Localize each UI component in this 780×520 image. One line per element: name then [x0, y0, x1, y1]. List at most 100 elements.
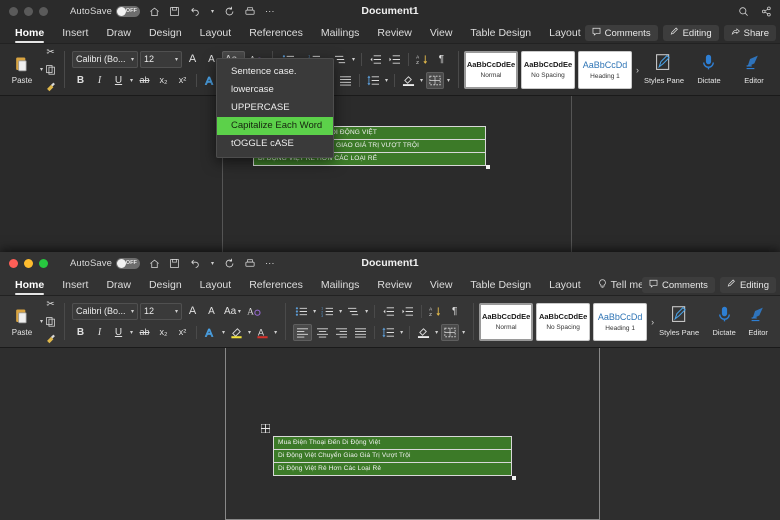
italic-button[interactable]: I — [91, 72, 108, 89]
change-case-button[interactable]: Aa ▾ — [222, 303, 243, 320]
pilcrow-icon[interactable]: ¶ — [433, 51, 450, 68]
share-icon[interactable] — [761, 6, 772, 17]
align-center-icon[interactable] — [314, 324, 331, 341]
highlight-icon[interactable] — [228, 324, 245, 341]
bullet-list-icon[interactable] — [293, 303, 310, 320]
multilevel-caret[interactable]: ▾ — [364, 308, 369, 315]
tab-mailings[interactable]: Mailings — [312, 25, 369, 42]
copy-icon[interactable] — [44, 63, 57, 76]
align-right-icon[interactable] — [333, 324, 350, 341]
line-spacing-caret[interactable]: ▾ — [399, 329, 404, 336]
grow-font-button[interactable]: A — [184, 303, 201, 320]
document-canvas-top[interactable]: MUA ĐIỆN THOẠI ĐẾN DI ĐỘNG VIỆT DI ĐỘNG … — [0, 96, 780, 268]
table-row[interactable]: Di Động Việt Chuyển Giao Giá Trị Vượt Tr… — [273, 449, 512, 463]
borders-icon[interactable] — [441, 323, 460, 341]
editor-button[interactable]: Editor — [748, 305, 768, 337]
tab-table-design[interactable]: Table Design — [461, 277, 540, 294]
subscript-button[interactable]: x₂ — [155, 324, 172, 341]
table-cell[interactable]: Di Động Việt Chuyển Giao Giá Trị Vượt Tr… — [273, 449, 512, 463]
tab-view[interactable]: View — [421, 25, 462, 42]
style-no-spacing[interactable]: AaBbCcDdEe No Spacing — [536, 302, 591, 341]
autosave-toggle[interactable]: AutoSave OFF — [70, 5, 140, 17]
style-normal[interactable]: AaBbCcDdEe Normal — [463, 50, 518, 89]
styles-more-button[interactable]: › — [650, 317, 655, 327]
subscript-button[interactable]: x₂ — [155, 72, 172, 89]
superscript-button[interactable]: x² — [174, 72, 191, 89]
document-canvas-bottom[interactable]: Mua Điện Thoại Đến Di Động Việt Di Động … — [0, 348, 780, 520]
shrink-font-button[interactable]: A — [203, 303, 220, 320]
pilcrow-icon[interactable]: ¶ — [446, 303, 463, 320]
line-spacing-icon[interactable] — [380, 324, 397, 341]
tab-mailings[interactable]: Mailings — [312, 277, 369, 294]
paintbrush-icon[interactable] — [44, 332, 57, 345]
increase-indent-icon[interactable] — [399, 303, 416, 320]
text-effects-icon[interactable]: A — [202, 324, 219, 341]
style-no-spacing[interactable]: AaBbCcDdEe No Spacing — [520, 50, 575, 89]
line-spacing-icon[interactable] — [365, 72, 382, 89]
comments-button[interactable]: Comments — [642, 277, 715, 293]
justify-icon[interactable] — [352, 324, 369, 341]
multilevel-list-icon[interactable] — [345, 303, 362, 320]
table-container-bottom[interactable]: Mua Điện Thoại Đến Di Động Việt Di Động … — [260, 423, 516, 480]
tab-insert[interactable]: Insert — [53, 277, 97, 294]
home-icon[interactable] — [149, 258, 160, 269]
style-normal[interactable]: AaBbCcDdEe Normal — [479, 302, 534, 341]
strikethrough-button[interactable]: ab — [136, 72, 153, 89]
autosave-switch[interactable]: OFF — [116, 5, 140, 17]
bold-button[interactable]: B — [72, 72, 89, 89]
title-bar-right-top[interactable] — [738, 6, 772, 17]
bullets-caret[interactable]: ▾ — [312, 308, 317, 315]
sort-icon[interactable]: AZ — [414, 51, 431, 68]
ellipsis-icon[interactable]: ··· — [265, 6, 275, 17]
tab-references[interactable]: References — [240, 25, 312, 42]
styles-more-button[interactable]: › — [635, 65, 640, 75]
italic-button[interactable]: I — [91, 324, 108, 341]
minimize-button[interactable] — [24, 258, 33, 268]
underline-dropdown-caret[interactable]: ▾ — [129, 77, 134, 84]
ribbon-body-top[interactable]: Paste ▾ ✂ Calibri (Bo... ▾ 12 ▾ A A B I … — [0, 44, 780, 96]
scissors-icon[interactable]: ✂ — [44, 46, 57, 59]
menu-item-sentence-case[interactable]: Sentence case. — [217, 63, 333, 81]
editing-button[interactable]: Editing — [719, 277, 776, 293]
underline-button[interactable]: U — [110, 324, 127, 341]
tabs-right-top[interactable]: Comments Editing Share — [584, 25, 776, 41]
bold-button[interactable]: B — [72, 324, 89, 341]
table-move-handle-icon[interactable] — [260, 423, 271, 434]
numbered-list-icon[interactable]: 123 — [319, 303, 336, 320]
document-page-bottom[interactable]: Mua Điện Thoại Đến Di Động Việt Di Động … — [225, 348, 600, 520]
tab-insert[interactable]: Insert — [53, 25, 97, 42]
undo-icon[interactable] — [189, 258, 201, 269]
superscript-button[interactable]: x² — [174, 324, 191, 341]
highlight-caret[interactable]: ▾ — [247, 329, 252, 336]
change-case-dropdown-menu[interactable]: Sentence case. lowercase UPPERCASE Capit… — [216, 58, 334, 158]
dictate-button[interactable]: Dictate — [688, 53, 730, 85]
font-color-icon[interactable]: A — [254, 324, 271, 341]
text-effects-caret[interactable]: ▾ — [221, 329, 226, 336]
font-size-combobox[interactable]: 12 ▾ — [140, 50, 183, 68]
ribbon-body-bottom[interactable]: Paste ▾ ✂ Calibri (Bo... ▾ 12 ▾ A A Aa ▾… — [0, 296, 780, 348]
menu-item-uppercase[interactable]: UPPERCASE — [217, 99, 333, 117]
redo-icon[interactable] — [224, 6, 235, 17]
undo-icon[interactable] — [189, 6, 201, 17]
tab-layout[interactable]: Layout — [191, 277, 241, 294]
tab-home[interactable]: Home — [6, 277, 53, 295]
tab-draw[interactable]: Draw — [97, 25, 140, 42]
close-button[interactable] — [9, 6, 18, 16]
menu-item-lowercase[interactable]: lowercase — [217, 81, 333, 99]
align-left-icon[interactable] — [293, 323, 313, 341]
decrease-indent-icon[interactable] — [367, 51, 384, 68]
menu-item-toggle-case[interactable]: tOGGLE cASE — [217, 135, 333, 153]
strikethrough-button[interactable]: ab — [136, 324, 153, 341]
clear-formatting-icon[interactable]: A — [245, 303, 263, 320]
window-controls-top[interactable] — [9, 6, 48, 16]
sort-icon[interactable]: AZ — [427, 303, 444, 320]
tab-design[interactable]: Design — [140, 25, 191, 42]
grow-font-button[interactable]: A — [184, 51, 201, 68]
quick-access-toolbar-top[interactable]: AutoSave OFF ▾ ··· — [70, 5, 275, 17]
borders-caret[interactable]: ▾ — [461, 329, 466, 336]
ellipsis-icon[interactable]: ··· — [265, 258, 275, 269]
ribbon-tabs-bottom[interactable]: Home Insert Draw Design Layout Reference… — [0, 274, 780, 296]
maximize-button[interactable] — [39, 258, 48, 268]
underline-button[interactable]: U — [110, 72, 127, 89]
tab-table-layout[interactable]: Layout — [540, 25, 590, 42]
